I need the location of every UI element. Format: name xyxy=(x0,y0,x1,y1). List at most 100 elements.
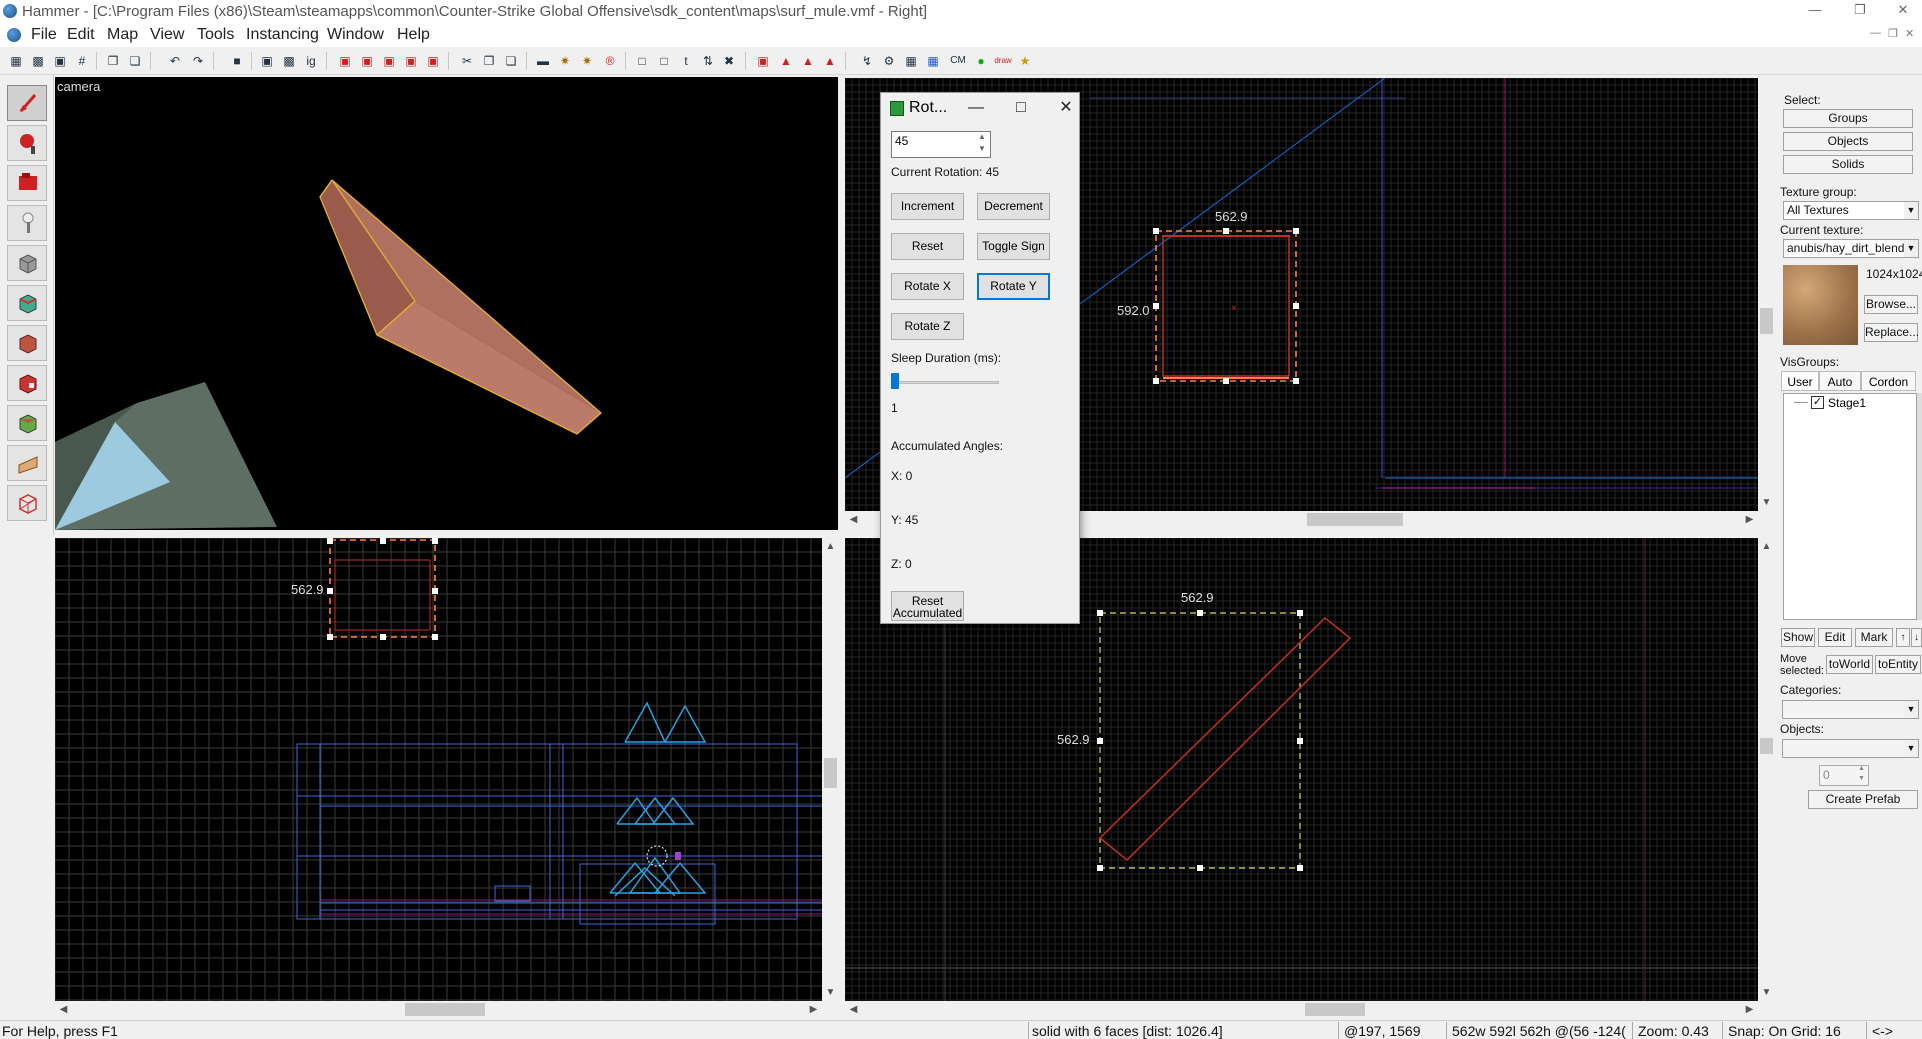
map-overview-icon[interactable]: ▦ xyxy=(902,52,920,70)
scroll-left-icon[interactable]: ◀ xyxy=(55,1001,72,1018)
selection-auto-icon[interactable]: □ xyxy=(655,52,673,70)
menu-help[interactable]: Help xyxy=(397,26,430,44)
scroll-left-icon[interactable]: ◀ xyxy=(845,1001,862,1018)
run-map-icon[interactable]: ● xyxy=(972,52,990,70)
scroll-up-icon[interactable]: ▲ xyxy=(1758,538,1775,555)
toolbar-overlay-icon[interactable]: ✷ xyxy=(578,52,596,70)
objects-dropdown[interactable]: ▼ xyxy=(1782,739,1919,758)
spin-up-icon[interactable]: ▲ xyxy=(978,132,986,141)
mark-button[interactable]: Mark xyxy=(1855,628,1893,647)
carve-icon[interactable]: ■ xyxy=(228,52,246,70)
categories-dropdown[interactable]: ▼ xyxy=(1782,700,1919,719)
texture-apply-icon[interactable]: ▣ xyxy=(402,52,420,70)
undo-icon[interactable]: ↶ xyxy=(166,52,184,70)
show-button[interactable]: Show xyxy=(1781,628,1815,647)
rotate-z-button[interactable]: Rotate Z xyxy=(891,313,964,340)
texture-alignment-icon[interactable]: ▣ xyxy=(380,52,398,70)
dialog-minimize-icon[interactable]: — xyxy=(961,96,991,120)
scroll-thumb[interactable] xyxy=(824,758,837,788)
transform-icon[interactable]: ⇅ xyxy=(699,52,717,70)
cm-icon[interactable]: CM xyxy=(947,52,969,70)
toolbar-radio-icon[interactable]: ® xyxy=(601,52,619,70)
scroll-thumb[interactable] xyxy=(1307,513,1403,526)
entity-tool-button[interactable] xyxy=(7,205,47,241)
menu-instancing[interactable]: Instancing xyxy=(246,26,319,44)
create-prefab-button[interactable]: Create Prefab xyxy=(1808,790,1918,809)
select-objects-button[interactable]: Objects xyxy=(1783,132,1913,151)
slider-thumb[interactable] xyxy=(891,373,899,389)
grid-3d-icon[interactable]: ▩ xyxy=(29,52,47,70)
scroll-thumb[interactable] xyxy=(1760,738,1773,754)
toggle-sign-button[interactable]: Toggle Sign xyxy=(977,233,1050,260)
texture-icon[interactable]: t xyxy=(677,52,695,70)
texture-lock-icon[interactable]: ▣ xyxy=(336,52,354,70)
menu-window[interactable]: Window xyxy=(327,26,384,44)
front-viewport-hscroll[interactable]: ◀ ▶ xyxy=(55,1001,822,1018)
side-viewport-hscroll[interactable]: ◀ ▶ xyxy=(845,1001,1758,1018)
scroll-thumb[interactable] xyxy=(1305,1003,1365,1016)
edit-button[interactable]: Edit xyxy=(1818,628,1852,647)
prefab-spinbox[interactable]: 0 ▲ ▼ xyxy=(1819,765,1869,786)
scroll-right-icon[interactable]: ▶ xyxy=(1741,511,1758,528)
scroll-right-icon[interactable]: ▶ xyxy=(805,1001,822,1018)
redo-icon[interactable]: ↷ xyxy=(189,52,207,70)
mdi-minimize-icon[interactable]: — xyxy=(1870,27,1881,39)
tab-user[interactable]: User xyxy=(1781,371,1819,391)
scroll-down-icon[interactable]: ▼ xyxy=(1758,494,1775,511)
dialog-maximize-icon[interactable]: □ xyxy=(1006,96,1036,120)
scroll-thumb[interactable] xyxy=(1760,308,1773,334)
front-viewport[interactable]: 562.9 xyxy=(55,538,822,1001)
browse-button[interactable]: Browse... xyxy=(1864,295,1918,314)
toolbar-brush-c-icon[interactable]: ▲ xyxy=(799,52,817,70)
decrement-button[interactable]: Decrement xyxy=(977,193,1050,220)
compile-icon[interactable]: ★ xyxy=(1016,52,1034,70)
copy-icon[interactable]: ❐ xyxy=(480,52,498,70)
spin-down-icon[interactable]: ▼ xyxy=(1858,775,1865,782)
menu-tools[interactable]: Tools xyxy=(197,26,234,44)
menu-edit[interactable]: Edit xyxy=(67,26,95,44)
settings-gear-icon[interactable]: ⚙ xyxy=(880,52,898,70)
vertex-tool-button[interactable] xyxy=(7,485,47,521)
document-icon[interactable] xyxy=(7,28,21,42)
increment-button[interactable]: Increment xyxy=(891,193,964,220)
toolbar-brush-a-icon[interactable]: ▣ xyxy=(754,52,772,70)
texture-replace-icon[interactable]: ▣ xyxy=(424,52,442,70)
camera-viewport[interactable]: camera xyxy=(55,77,838,530)
hide-selected-icon[interactable]: ▣ xyxy=(258,52,276,70)
visgroup-tree[interactable]: ✓ Stage1 xyxy=(1783,393,1917,620)
front-viewport-vscroll[interactable]: ▲ ▼ xyxy=(822,538,839,1001)
apply-texture-button[interactable] xyxy=(7,325,47,361)
scroll-right-icon[interactable]: ▶ xyxy=(1741,1001,1758,1018)
close-icon[interactable]: ✕ xyxy=(1888,2,1918,20)
visgroup-stage1-label[interactable]: Stage1 xyxy=(1828,396,1866,410)
scroll-down-icon[interactable]: ▼ xyxy=(1758,984,1775,1001)
mdi-close-icon[interactable]: ✕ xyxy=(1905,27,1914,40)
minimize-icon[interactable]: — xyxy=(1800,2,1830,20)
overlay-tool-button[interactable] xyxy=(7,405,47,441)
visgroup-checkbox[interactable]: ✓ xyxy=(1811,396,1824,409)
spin-up-icon[interactable]: ▲ xyxy=(1858,765,1865,772)
top-viewport-vscroll[interactable]: ▼ xyxy=(1758,78,1775,511)
scroll-left-icon[interactable]: ◀ xyxy=(845,511,862,528)
side-viewport-vscroll[interactable]: ▲ ▼ xyxy=(1758,538,1775,1001)
mdi-restore-icon[interactable]: ❐ xyxy=(1888,27,1898,40)
scroll-up-icon[interactable]: ▲ xyxy=(822,538,839,555)
texture-group-dropdown[interactable]: All Textures ▼ xyxy=(1783,201,1919,220)
current-texture-dropdown[interactable]: anubis/hay_dirt_blend0 ▼ xyxy=(1783,239,1919,258)
restore-icon[interactable]: ❐ xyxy=(1845,2,1875,20)
reset-button[interactable]: Reset xyxy=(891,233,964,260)
rotate-y-button[interactable]: Rotate Y xyxy=(977,273,1050,300)
selection-box-icon[interactable]: □ xyxy=(633,52,651,70)
paste-icon[interactable]: ❏ xyxy=(502,52,520,70)
group-icon[interactable]: ❐ xyxy=(104,52,122,70)
camera-tool-button[interactable] xyxy=(7,165,47,201)
clip-icon[interactable]: ✖ xyxy=(720,52,738,70)
draw-icon[interactable]: draw xyxy=(994,52,1012,70)
ignore-groups-icon[interactable]: ig xyxy=(302,52,320,70)
grid-toggle-icon[interactable]: ▦ xyxy=(7,52,25,70)
angle-spinbox[interactable]: 45 ▲ ▼ xyxy=(891,131,991,158)
selection-tool-button[interactable] xyxy=(7,85,47,121)
magnify-tool-button[interactable] xyxy=(7,125,47,161)
spin-down-icon[interactable]: ▼ xyxy=(978,144,986,153)
select-solids-button[interactable]: Solids xyxy=(1783,155,1913,174)
